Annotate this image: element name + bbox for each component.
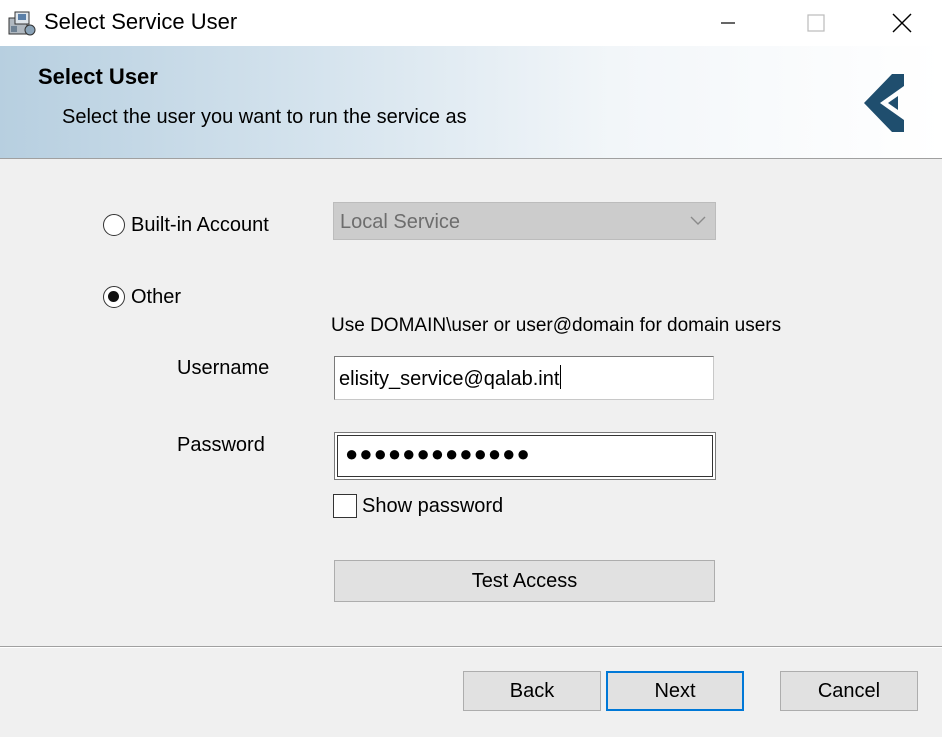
text-caret [560, 365, 562, 389]
minimize-button[interactable] [684, 0, 772, 46]
page-subtitle: Select the user you want to run the serv… [62, 106, 467, 128]
builtin-account-label[interactable]: Built-in Account [131, 213, 269, 237]
password-masked-value: ●●●●●●●●●●●●● [345, 441, 531, 466]
close-icon [892, 13, 912, 33]
next-button[interactable]: Next [606, 671, 744, 711]
close-button[interactable] [858, 0, 942, 46]
title-bar: Select Service User [0, 0, 942, 46]
back-button[interactable]: Back [463, 671, 601, 711]
other-account-radio[interactable] [103, 286, 125, 308]
maximize-icon [807, 14, 825, 32]
test-access-button[interactable]: Test Access [334, 560, 715, 602]
password-label: Password [177, 434, 265, 456]
footer-divider-highlight [0, 647, 942, 648]
select-service-user-dialog: Select Service User Select User Select t… [0, 0, 942, 737]
window-title: Select Service User [44, 9, 238, 34]
username-label: Username [177, 357, 270, 379]
cancel-button[interactable]: Cancel [780, 671, 918, 711]
header-banner: Select User Select the user you want to … [0, 46, 942, 159]
show-password-checkbox[interactable] [333, 494, 357, 518]
username-value: elisity_service@qalab.int [339, 368, 560, 390]
builtin-account-radio[interactable] [103, 214, 125, 236]
password-input[interactable]: ●●●●●●●●●●●●● [334, 432, 716, 480]
page-title: Select User [38, 64, 158, 89]
minimize-icon [721, 22, 735, 24]
chevron-down-icon [690, 216, 706, 225]
domain-hint-text: Use DOMAIN\user or user@domain for domai… [331, 315, 782, 336]
builtin-account-select: Local Service [333, 202, 716, 240]
other-account-label[interactable]: Other [131, 285, 181, 309]
elisity-logo-icon [864, 74, 904, 132]
installer-app-icon [8, 11, 36, 36]
show-password-label[interactable]: Show password [362, 494, 503, 518]
username-input[interactable]: elisity_service@qalab.int [334, 356, 714, 400]
maximize-button[interactable] [772, 0, 860, 46]
builtin-account-select-value: Local Service [340, 211, 461, 233]
